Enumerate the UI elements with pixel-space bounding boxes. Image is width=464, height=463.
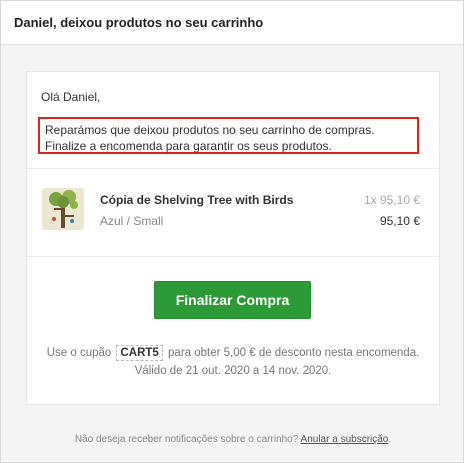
- unsubscribe-link[interactable]: Anular a subscrição: [301, 434, 389, 445]
- finalize-purchase-button[interactable]: Finalizar Compra: [154, 281, 311, 319]
- highlighted-message: Reparámos que deixou produtos no seu car…: [38, 117, 419, 154]
- product-thumbnail[interactable]: [42, 188, 84, 230]
- divider: [27, 256, 439, 257]
- email-preview: Daniel, deixou produtos no seu carrinho …: [0, 0, 464, 463]
- footer-trailing: .: [388, 434, 392, 445]
- coupon-line: Use o cupão CART5 para obter 5,00 € de d…: [27, 345, 439, 361]
- divider: [27, 168, 439, 169]
- product-variant: Azul / Small: [100, 214, 164, 228]
- product-quantity-price: 1x 95,10 €: [363, 193, 420, 207]
- coupon-validity: Válido de 21 out. 2020 a 14 nov. 2020.: [134, 365, 332, 377]
- coupon-prefix: Use o cupão: [46, 347, 112, 359]
- email-subject: Daniel, deixou produtos no seu carrinho: [1, 1, 463, 45]
- footer-text: Não deseja receber notificações sobre o …: [74, 434, 299, 445]
- email-card: Olá Daniel, Reparámos que deixou produto…: [26, 71, 440, 405]
- coupon-code[interactable]: CART5: [116, 345, 163, 361]
- product-total: 95,10 €: [379, 214, 420, 228]
- product-title[interactable]: Cópia de Shelving Tree with Birds: [100, 193, 293, 207]
- greeting: Olá Daniel,: [41, 90, 101, 104]
- tree-shelf-icon: [42, 188, 84, 230]
- coupon-suffix: para obter 5,00 € de desconto nesta enco…: [168, 347, 420, 359]
- footer: Não deseja receber notificações sobre o …: [1, 434, 464, 445]
